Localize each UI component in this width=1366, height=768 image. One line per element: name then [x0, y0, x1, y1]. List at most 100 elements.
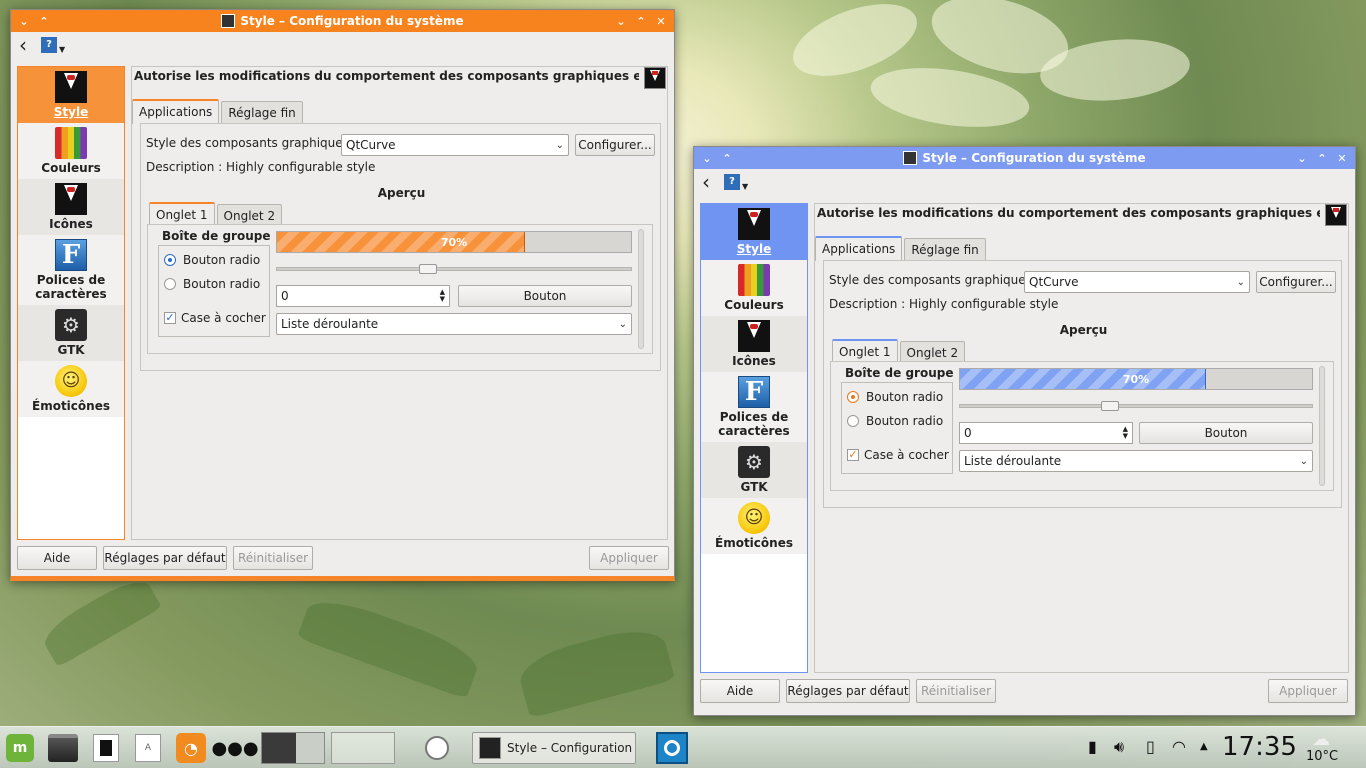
- sidebar-item-fonts[interactable]: F Polices de caractères: [18, 235, 124, 305]
- back-arrow-icon[interactable]: ‹: [19, 35, 27, 55]
- groupbox-title: Boîte de groupe: [158, 229, 275, 243]
- slider-handle[interactable]: [1100, 401, 1119, 411]
- slider-handle[interactable]: [418, 264, 437, 274]
- preview-dropdown[interactable]: Liste déroulante ⌄: [276, 313, 632, 335]
- screenshot-tool-icon[interactable]: [654, 731, 690, 765]
- tab-applications[interactable]: Applications: [132, 99, 220, 124]
- radio-button-1[interactable]: Bouton radio: [847, 390, 943, 404]
- checkbox[interactable]: ✓ Case à cocher: [847, 448, 949, 462]
- rss-icon[interactable]: ◔: [174, 731, 208, 765]
- task-title: Style – Configuration d: [507, 741, 636, 755]
- scrollbar[interactable]: [638, 229, 644, 349]
- weather-temperature[interactable]: 10°C: [1306, 749, 1338, 764]
- sidebar-item-gtk[interactable]: ⚙ GTK: [701, 442, 807, 498]
- battery-icon[interactable]: ▯: [1146, 737, 1155, 756]
- chevron-down-icon: ⌄: [1299, 455, 1308, 467]
- tab-fine-tuning[interactable]: Réglage fin: [221, 101, 303, 124]
- reset-button[interactable]: Réinitialiser: [233, 546, 313, 570]
- description-text: Description : Highly configurable style: [829, 297, 1059, 311]
- sidebar-item-colors[interactable]: Couleurs: [701, 260, 807, 316]
- widget-style-select[interactable]: QtCurve ⌄: [1024, 271, 1250, 293]
- checkbox-label: Case à cocher: [181, 311, 266, 325]
- preview-button[interactable]: Bouton: [458, 285, 632, 307]
- clock[interactable]: 17:35: [1222, 732, 1297, 762]
- chevron-down-icon[interactable]: ▼: [59, 45, 65, 54]
- workspace-1[interactable]: [260, 731, 326, 765]
- close-icon[interactable]: ✕: [654, 15, 668, 28]
- scrollbar[interactable]: [1319, 366, 1325, 486]
- help-icon[interactable]: ?: [41, 37, 57, 53]
- minimize-icon[interactable]: ⌄: [614, 15, 628, 28]
- wifi-icon[interactable]: ◠: [1172, 737, 1186, 756]
- spin-arrows-icon[interactable]: ▲ ▼: [1123, 426, 1128, 440]
- close-icon[interactable]: ✕: [1335, 152, 1349, 165]
- reset-button[interactable]: Réinitialiser: [916, 679, 996, 703]
- defaults-button[interactable]: Réglages par défaut: [103, 546, 227, 570]
- sidebar-item-colors[interactable]: Couleurs: [18, 123, 124, 179]
- sidebar-item-style[interactable]: Style: [18, 67, 124, 123]
- volume-icon[interactable]: 🔊︎: [1114, 737, 1124, 757]
- tab-fine-tuning[interactable]: Réglage fin: [904, 238, 986, 261]
- shade-icon[interactable]: ⌄: [700, 152, 714, 165]
- help-button[interactable]: Aide: [700, 679, 780, 703]
- preview-title: Aperçu: [1059, 323, 1108, 337]
- maximize-icon[interactable]: ⌃: [1315, 152, 1329, 165]
- task-style-config[interactable]: Style – Configuration d: [472, 732, 636, 764]
- help-icon[interactable]: ?: [724, 174, 740, 190]
- configure-button[interactable]: Configurer...: [575, 134, 655, 156]
- widget-style-select[interactable]: QtCurve ⌄: [341, 134, 569, 156]
- back-arrow-icon[interactable]: ‹: [702, 172, 710, 192]
- system-settings-icon[interactable]: [90, 731, 122, 765]
- shade-icon[interactable]: ⌄: [17, 15, 31, 28]
- configure-button[interactable]: Configurer...: [1256, 271, 1336, 293]
- sidebar-item-emoticons[interactable]: ☺ Émoticônes: [701, 498, 807, 554]
- preview-dropdown[interactable]: Liste déroulante ⌄: [959, 450, 1313, 472]
- sidebar-item-gtk[interactable]: ⚙ GTK: [18, 305, 124, 361]
- style-icon: [738, 208, 770, 240]
- radio-button-1[interactable]: Bouton radio: [164, 253, 260, 267]
- radio-button-2[interactable]: Bouton radio: [847, 414, 943, 428]
- keep-above-icon[interactable]: ⌃: [37, 15, 51, 28]
- app-icon: [903, 151, 918, 165]
- tray-expand-icon[interactable]: ▲: [1200, 741, 1208, 752]
- sidebar-item-icons[interactable]: Icônes: [701, 316, 807, 372]
- help-button[interactable]: Aide: [17, 546, 97, 570]
- slider[interactable]: [276, 264, 632, 274]
- mint-menu-icon[interactable]: m: [4, 731, 36, 765]
- tab-applications[interactable]: Applications: [815, 236, 903, 261]
- fonts-icon: F: [738, 376, 770, 408]
- radio-label: Bouton radio: [183, 277, 261, 291]
- sidebar-item-emoticons[interactable]: ☺ Émoticônes: [18, 361, 124, 417]
- maximize-icon[interactable]: ⌃: [634, 15, 648, 28]
- text-editor-icon[interactable]: A: [132, 731, 164, 765]
- defaults-button[interactable]: Réglages par défaut: [786, 679, 910, 703]
- radio-indicator: [164, 254, 176, 266]
- sidebar-item-icons[interactable]: Icônes: [18, 179, 124, 235]
- workspace-2[interactable]: [330, 731, 396, 765]
- preview-button[interactable]: Bouton: [1139, 422, 1313, 444]
- spinbox[interactable]: 0 ▲ ▼: [959, 422, 1133, 444]
- slider[interactable]: [959, 401, 1313, 411]
- spin-arrows-icon[interactable]: ▲ ▼: [440, 289, 445, 303]
- applications-pane: Style des composants graphiques : QtCurv…: [823, 260, 1342, 508]
- chevron-down-icon[interactable]: ▼: [742, 182, 748, 191]
- apply-button[interactable]: Appliquer: [1268, 679, 1348, 703]
- clipboard-icon[interactable]: ▮: [1088, 737, 1097, 756]
- clock-widget-icon[interactable]: [422, 731, 452, 765]
- sidebar-item-fonts[interactable]: F Polices de caractères: [701, 372, 807, 442]
- checkbox[interactable]: ✓ Case à cocher: [164, 311, 266, 325]
- minimize-icon[interactable]: ⌄: [1295, 152, 1309, 165]
- radio-button-2[interactable]: Bouton radio: [164, 277, 260, 291]
- spinbox[interactable]: 0 ▲ ▼: [276, 285, 450, 307]
- sidebar-item-style[interactable]: Style: [701, 204, 807, 260]
- window-2-titlebar[interactable]: ⌄ ⌃ Style – Configuration du système ⌄ ⌃…: [694, 147, 1355, 169]
- window-1-titlebar[interactable]: ⌄ ⌃ Style – Configuration du système ⌄ ⌃…: [11, 10, 674, 32]
- spinbox-value: 0: [281, 289, 289, 303]
- keep-above-icon[interactable]: ⌃: [720, 152, 734, 165]
- color-circles-icon[interactable]: ●●●: [211, 731, 258, 765]
- content-panel: Autorise les modifications du comporteme…: [814, 203, 1349, 673]
- sidebar-item-label: Émoticônes: [32, 399, 110, 413]
- apply-button[interactable]: Appliquer: [589, 546, 669, 570]
- checkmark-icon: ✓: [847, 448, 859, 461]
- file-manager-icon[interactable]: [46, 731, 80, 765]
